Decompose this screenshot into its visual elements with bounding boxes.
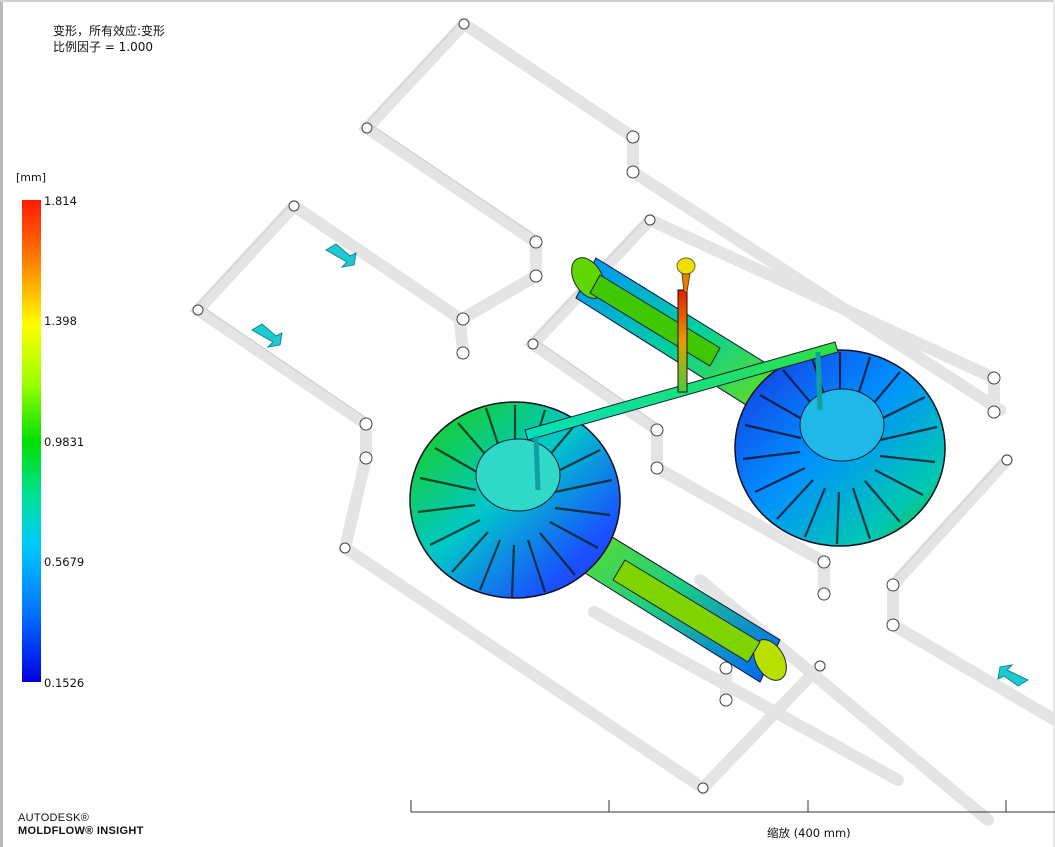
result-header: 变形，所有效应:变形 比例因子 = 1.000 xyxy=(53,23,165,55)
scale-bar-label: 缩放 (400 mm) xyxy=(767,826,851,840)
brand-line-1: AUTODESK® xyxy=(18,812,90,824)
color-legend-bar xyxy=(22,200,41,682)
model-3d-view[interactable] xyxy=(0,0,1055,847)
result-title: 变形，所有效应:变形 xyxy=(53,24,166,38)
legend-tick-min: 0.1526 xyxy=(44,676,85,690)
brand-line-2: MOLDFLOW® INSIGHT xyxy=(18,825,144,837)
legend-unit: [mm] xyxy=(16,171,47,184)
legend-tick-max: 1.814 xyxy=(44,194,77,208)
brand-logo: AUTODESK® MOLDFLOW® INSIGHT xyxy=(18,812,144,838)
legend-tick-2: 1.398 xyxy=(44,314,77,328)
scale-factor-label: 比例因子 = 1.000 xyxy=(53,40,154,54)
legend-tick-3: 0.9831 xyxy=(44,435,85,449)
result-viewport[interactable]: 变形，所有效应:变形 比例因子 = 1.000 [mm] 1.814 1.398… xyxy=(0,0,1055,847)
legend-tick-4: 0.5679 xyxy=(44,555,85,569)
